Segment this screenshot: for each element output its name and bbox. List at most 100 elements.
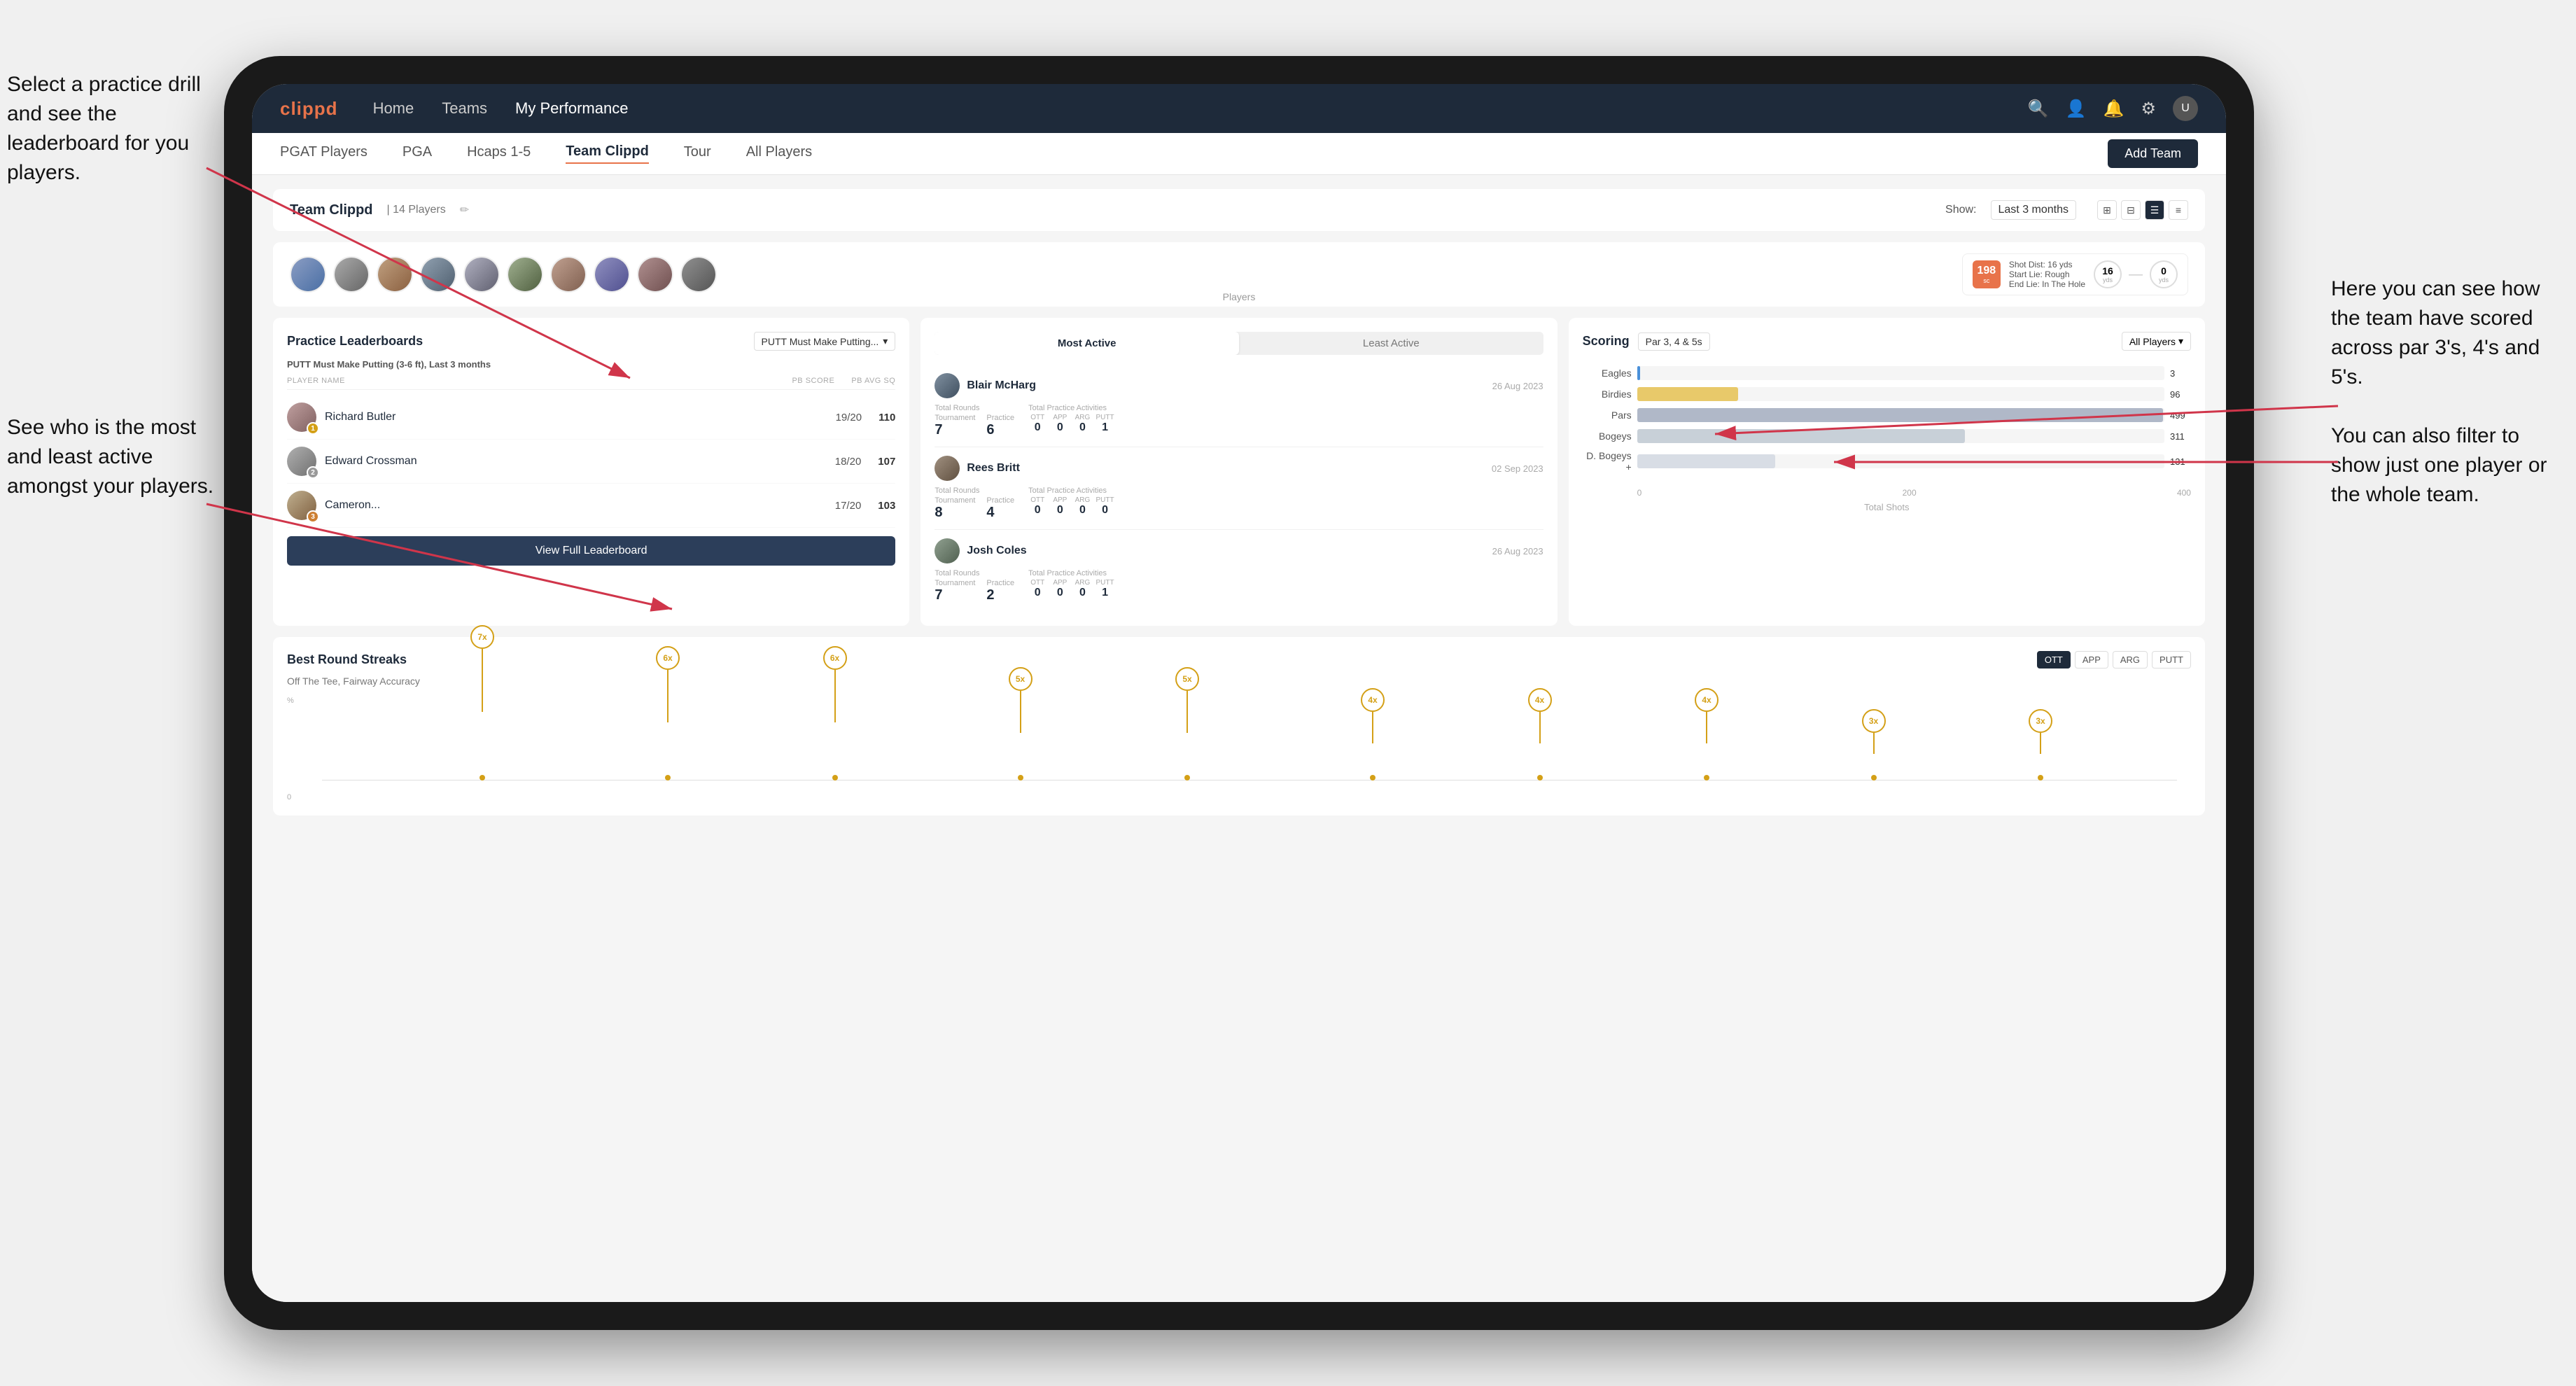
chart-row-bogeys: Bogeys 311 bbox=[1583, 429, 2191, 443]
bubble-dot-4x-3 bbox=[1704, 775, 1709, 780]
streak-bubble-6x-2: 6x bbox=[823, 699, 847, 780]
view-grid2-btn[interactable]: ⊞ bbox=[2097, 200, 2117, 220]
lb-name-2: Edward Crossman bbox=[325, 455, 827, 468]
nav-icons: 🔍 👤 🔔 ⚙ U bbox=[2028, 96, 2198, 121]
player-card-josh: Josh Coles 26 Aug 2023 Total Rounds Tour… bbox=[934, 530, 1543, 612]
subnav-tour[interactable]: Tour bbox=[684, 144, 711, 163]
pc-header-rees: Rees Britt 02 Sep 2023 bbox=[934, 456, 1543, 481]
search-icon[interactable]: 🔍 bbox=[2028, 99, 2049, 119]
streak-bubble-3x-2: 3x bbox=[2029, 730, 2052, 780]
player-avatar-1[interactable] bbox=[290, 256, 326, 293]
add-team-button[interactable]: Add Team bbox=[2108, 139, 2198, 168]
player-avatar-5[interactable] bbox=[463, 256, 500, 293]
streak-filter-putt[interactable]: PUTT bbox=[2152, 651, 2191, 668]
streak-bubble-6x-1: 6x bbox=[656, 699, 680, 780]
player-avatar-10[interactable] bbox=[680, 256, 717, 293]
streak-filter-ott[interactable]: OTT bbox=[2037, 651, 2071, 668]
scoring-par-filter[interactable]: Par 3, 4 & 5s bbox=[1638, 332, 1710, 351]
lb-avatar-1: 1 bbox=[287, 402, 316, 432]
shot-dash: — bbox=[2129, 267, 2143, 283]
chart-value-birdies: 96 bbox=[2170, 389, 2191, 400]
show-label: Show: bbox=[1945, 204, 1976, 216]
chart-row-birdies: Birdies 96 bbox=[1583, 387, 2191, 401]
pc-header-josh: Josh Coles 26 Aug 2023 bbox=[934, 538, 1543, 564]
pc-avatar-josh bbox=[934, 538, 960, 564]
chevron-down-icon: ▾ bbox=[2178, 335, 2183, 347]
leaderboard-row-2: 2 Edward Crossman 18/20 107 bbox=[287, 440, 895, 484]
col-pb-avg: PB AVG SQ bbox=[851, 377, 895, 385]
lb-avg-2: 107 bbox=[878, 456, 895, 468]
chart-bar-container-bogeys bbox=[1637, 429, 2164, 443]
chart-bar-container-dbogeys bbox=[1637, 454, 2164, 468]
player-avatar-6[interactable] bbox=[507, 256, 543, 293]
streaks-subtitle: Off The Tee, Fairway Accuracy bbox=[287, 676, 2191, 687]
pc-avatar-blair bbox=[934, 373, 960, 398]
player-avatar-9[interactable] bbox=[637, 256, 673, 293]
pc-name-josh: Josh Coles bbox=[967, 545, 1485, 557]
view-bars-btn[interactable]: ≡ bbox=[2169, 200, 2188, 220]
subnav-all-players[interactable]: All Players bbox=[746, 144, 812, 163]
nav-teams[interactable]: Teams bbox=[442, 99, 487, 118]
shot-circle-2: 0 yds bbox=[2150, 260, 2178, 288]
bell-icon[interactable]: 🔔 bbox=[2104, 99, 2124, 119]
chart-bar-container-birdies bbox=[1637, 387, 2164, 401]
active-toggle-row: Most Active Least Active bbox=[934, 332, 1543, 355]
chart-label-bogeys: Bogeys bbox=[1583, 430, 1632, 442]
y-axis-label-top: % bbox=[287, 696, 294, 705]
chart-row-pars: Pars 499 bbox=[1583, 408, 2191, 422]
bubble-circle-5x-2: 5x bbox=[1175, 667, 1199, 691]
scoring-players-dropdown[interactable]: All Players ▾ bbox=[2122, 332, 2191, 351]
period-dropdown[interactable]: Last 3 months bbox=[1991, 200, 2077, 220]
chart-value-dbogeys: 131 bbox=[2170, 456, 2191, 467]
view-grid3-btn[interactable]: ⊟ bbox=[2121, 200, 2141, 220]
view-full-leaderboard-button[interactable]: View Full Leaderboard bbox=[287, 536, 895, 566]
bubble-circle-6x-1: 6x bbox=[656, 646, 680, 670]
bubble-dot-6x-2 bbox=[832, 775, 838, 780]
player-card-blair: Blair McHarg 26 Aug 2023 Total Rounds To… bbox=[934, 365, 1543, 447]
people-icon[interactable]: 👤 bbox=[2066, 99, 2087, 119]
settings-icon[interactable]: ⚙ bbox=[2141, 99, 2156, 119]
nav-links: Home Teams My Performance bbox=[373, 99, 1993, 118]
streak-filter-arg[interactable]: ARG bbox=[2113, 651, 2148, 668]
chart-bar-pars bbox=[1637, 408, 2164, 422]
subnav-pga[interactable]: PGA bbox=[402, 144, 432, 163]
annotation-top-left: Select a practice drill and see the lead… bbox=[7, 70, 203, 188]
bubble-line-3x-2 bbox=[2040, 733, 2041, 754]
bubble-circle-3x-1: 3x bbox=[1862, 709, 1886, 733]
least-active-toggle[interactable]: Least Active bbox=[1239, 332, 1544, 355]
streak-bubble-4x-2: 4x bbox=[1528, 720, 1552, 780]
player-avatar-7[interactable] bbox=[550, 256, 587, 293]
drill-dropdown[interactable]: PUTT Must Make Putting... ▾ bbox=[754, 332, 896, 351]
subnav-hcaps[interactable]: Hcaps 1-5 bbox=[467, 144, 531, 163]
team-player-count: | 14 Players bbox=[387, 204, 446, 216]
most-active-toggle[interactable]: Most Active bbox=[934, 332, 1239, 355]
bubble-line-4x-1 bbox=[1372, 712, 1373, 743]
edit-team-icon[interactable]: ✏ bbox=[460, 203, 469, 217]
total-shots-label: Total Shots bbox=[1583, 502, 2191, 512]
nav-my-performance[interactable]: My Performance bbox=[515, 99, 628, 118]
streak-bubble-5x-2: 5x bbox=[1175, 709, 1199, 780]
player-avatar-2[interactable] bbox=[333, 256, 370, 293]
pc-date-josh: 26 Aug 2023 bbox=[1492, 546, 1544, 556]
nav-home[interactable]: Home bbox=[373, 99, 414, 118]
chart-bar-bogeys bbox=[1637, 429, 1966, 443]
player-avatar-3[interactable] bbox=[377, 256, 413, 293]
user-avatar[interactable]: U bbox=[2173, 96, 2198, 121]
subnav-team-clippd[interactable]: Team Clippd bbox=[566, 144, 649, 164]
streak-filter-app[interactable]: APP bbox=[2075, 651, 2108, 668]
team-title: Team Clippd bbox=[290, 202, 373, 218]
col-pb-score: PB SCORE bbox=[792, 377, 834, 385]
players-row: Players 198 sc Shot Dist: 16 yds Start L… bbox=[273, 242, 2205, 307]
subnav-pgat[interactable]: PGAT Players bbox=[280, 144, 368, 163]
chart-bar-container-eagles bbox=[1637, 366, 2164, 380]
pc-header-blair: Blair McHarg 26 Aug 2023 bbox=[934, 373, 1543, 398]
streak-bubble-4x-3: 4x bbox=[1695, 720, 1718, 780]
top-nav: clippd Home Teams My Performance 🔍 👤 🔔 ⚙… bbox=[252, 84, 2226, 133]
bubble-line-5x-2 bbox=[1186, 691, 1188, 733]
view-list-btn[interactable]: ☰ bbox=[2145, 200, 2164, 220]
best-round-streaks-card: Best Round Streaks OTT APP ARG PUTT Off … bbox=[273, 637, 2205, 816]
pc-date-rees: 02 Sep 2023 bbox=[1492, 463, 1544, 474]
player-avatar-8[interactable] bbox=[594, 256, 630, 293]
player-avatar-4[interactable] bbox=[420, 256, 456, 293]
pc-avatar-rees bbox=[934, 456, 960, 481]
